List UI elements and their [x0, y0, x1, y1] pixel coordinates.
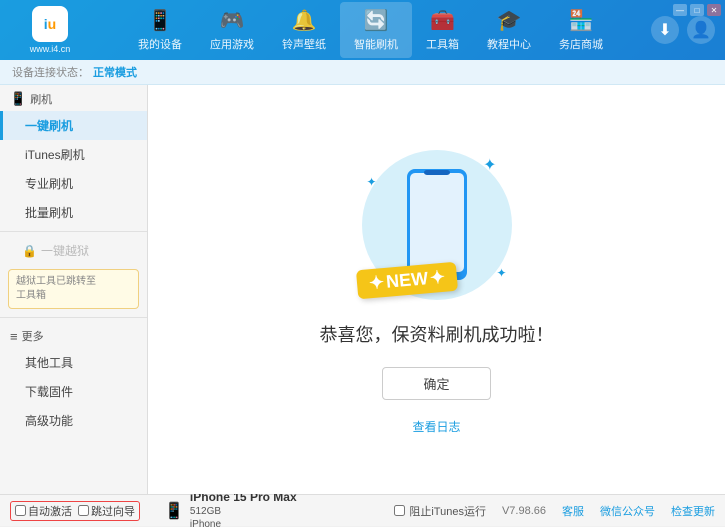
nav-ringtones-label: 铃声壁纸: [282, 36, 326, 52]
nav-merchant-label: 务店商城: [559, 36, 603, 52]
new-badge-star: ✦: [368, 272, 385, 294]
stop-itunes: 阻止iTunes运行: [394, 503, 486, 519]
stop-itunes-label: 阻止iTunes运行: [409, 503, 486, 519]
nav-apps-games[interactable]: 🎮 应用游戏: [196, 2, 268, 58]
bottom-left: 自动激活 跳过向导: [10, 501, 158, 521]
nav-apps-games-label: 应用游戏: [210, 36, 254, 52]
sidebar-item-advanced[interactable]: 高级功能: [0, 406, 147, 435]
nav-merchant[interactable]: 🏪 务店商城: [545, 2, 617, 58]
nav-bar: 📱 我的设备 🎮 应用游戏 🔔 铃声壁纸 🔄 智能刷机 🧰 工具箱 🎓: [90, 2, 651, 58]
tutorial-icon: 🎓: [497, 8, 522, 33]
nav-smart-flash-label: 智能刷机: [354, 36, 398, 52]
device-details: iPhone 15 Pro Max 512GB iPhone: [190, 490, 297, 527]
app-logo: iu www.i4.cn: [10, 6, 90, 54]
device-controls-box: 自动激活 跳过向导: [10, 501, 140, 521]
nav-my-device[interactable]: 📱 我的设备: [124, 2, 196, 58]
status-bar: 设备连接状态： 正常模式: [0, 60, 725, 85]
my-device-icon: 📱: [148, 8, 173, 33]
download-button[interactable]: ⬇: [651, 16, 679, 44]
sidebar-info-box: 越狱工具已跳转至工具箱: [8, 269, 139, 309]
logo-icon: iu: [32, 6, 68, 42]
client-label[interactable]: 客服: [562, 503, 584, 519]
flash-section-icon: 📱: [10, 91, 26, 107]
wechat-label[interactable]: 微信公众号: [600, 503, 655, 519]
more-section-label: 更多: [22, 328, 44, 344]
sidebar-flash-section: 📱 刷机: [0, 85, 147, 111]
auto-activate-item: 自动激活: [15, 503, 72, 519]
log-link[interactable]: 查看日志: [412, 418, 460, 435]
success-title: 恭喜您，保资料刷机成功啦！: [320, 321, 554, 347]
skip-guide-label: 跳过向导: [91, 503, 135, 519]
bottom-right: 阻止iTunes运行 V7.98.66 客服 微信公众号 检查更新: [303, 503, 715, 519]
device-storage: 512GB: [190, 505, 297, 518]
nav-smart-flash[interactable]: 🔄 智能刷机: [340, 2, 412, 58]
sidebar: 📱 刷机 一键刷机 iTunes刷机 专业刷机 批量刷机 🔒 一键越狱 越狱工具…: [0, 85, 148, 494]
status-prefix: 设备连接状态：: [12, 64, 89, 80]
maximize-button[interactable]: □: [690, 4, 704, 16]
smart-flash-icon: 🔄: [364, 8, 389, 33]
app-header: iu www.i4.cn 📱 我的设备 🎮 应用游戏 🔔 铃声壁纸 🔄 智能刷机: [0, 0, 725, 60]
bottom-bar: 自动激活 跳过向导 📱 iPhone 15 Pro Max 512GB iPho…: [0, 494, 725, 526]
apps-games-icon: 🎮: [220, 8, 245, 33]
new-badge-star2: ✦: [429, 266, 446, 288]
new-badge-text: NEW: [385, 268, 429, 293]
auto-activate-checkbox[interactable]: [15, 505, 26, 516]
nav-ringtones[interactable]: 🔔 铃声壁纸: [268, 2, 340, 58]
skip-guide-checkbox[interactable]: [78, 505, 89, 516]
stop-itunes-checkbox[interactable]: [394, 505, 405, 516]
nav-my-device-label: 我的设备: [138, 36, 182, 52]
user-button[interactable]: 👤: [687, 16, 715, 44]
phone-illustration: ✦ ✦ ✦ ✦ NE: [357, 145, 517, 305]
sidebar-item-other-tools[interactable]: 其他工具: [0, 348, 147, 377]
device-icon: 📱: [164, 501, 184, 521]
nav-toolbox[interactable]: 🧰 工具箱: [412, 2, 473, 58]
sidebar-item-pro-flash[interactable]: 专业刷机: [0, 169, 147, 198]
sparkle-3: ✦: [496, 266, 506, 280]
sparkle-1: ✦: [483, 155, 496, 175]
sparkle-2: ✦: [367, 175, 377, 189]
sidebar-item-one-key-flash[interactable]: 一键刷机: [0, 111, 147, 140]
toolbox-icon: 🧰: [430, 8, 455, 33]
sidebar-item-batch-flash[interactable]: 批量刷机: [0, 198, 147, 227]
nav-tutorial-label: 教程中心: [487, 36, 531, 52]
sidebar-item-itunes-flash[interactable]: iTunes刷机: [0, 140, 147, 169]
main-layout: 📱 刷机 一键刷机 iTunes刷机 专业刷机 批量刷机 🔒 一键越狱 越狱工具…: [0, 85, 725, 494]
minimize-button[interactable]: —: [673, 4, 687, 16]
sidebar-divider-2: [0, 317, 147, 318]
header-actions: ⬇ 👤: [651, 16, 715, 44]
check-update-label[interactable]: 检查更新: [671, 503, 715, 519]
sidebar-divider-1: [0, 231, 147, 232]
auto-activate-label: 自动激活: [28, 503, 72, 519]
version-label: V7.98.66: [502, 505, 546, 517]
nav-tutorial[interactable]: 🎓 教程中心: [473, 2, 545, 58]
sidebar-item-download-firmware[interactable]: 下载固件: [0, 377, 147, 406]
confirm-button[interactable]: 确定: [382, 367, 490, 400]
flash-section-label: 刷机: [30, 91, 52, 107]
sidebar-more-section: ≡ 更多: [0, 322, 147, 348]
device-type: iPhone: [190, 518, 297, 527]
more-section-icon: ≡: [10, 329, 18, 344]
ringtones-icon: 🔔: [292, 8, 317, 33]
lock-icon: 🔒: [22, 244, 37, 258]
sidebar-jailbreak-disabled: 🔒 一键越狱: [0, 236, 147, 265]
merchant-icon: 🏪: [569, 8, 594, 33]
nav-toolbox-label: 工具箱: [426, 36, 459, 52]
skip-guide-item: 跳过向导: [78, 503, 135, 519]
close-button[interactable]: ✕: [707, 4, 721, 16]
logo-subtitle: www.i4.cn: [30, 44, 71, 54]
content-area: ✦ ✦ ✦ ✦ NE: [148, 85, 725, 494]
status-mode: 正常模式: [93, 64, 137, 80]
success-illustration: ✦ ✦ ✦ ✦ NE: [320, 145, 554, 435]
